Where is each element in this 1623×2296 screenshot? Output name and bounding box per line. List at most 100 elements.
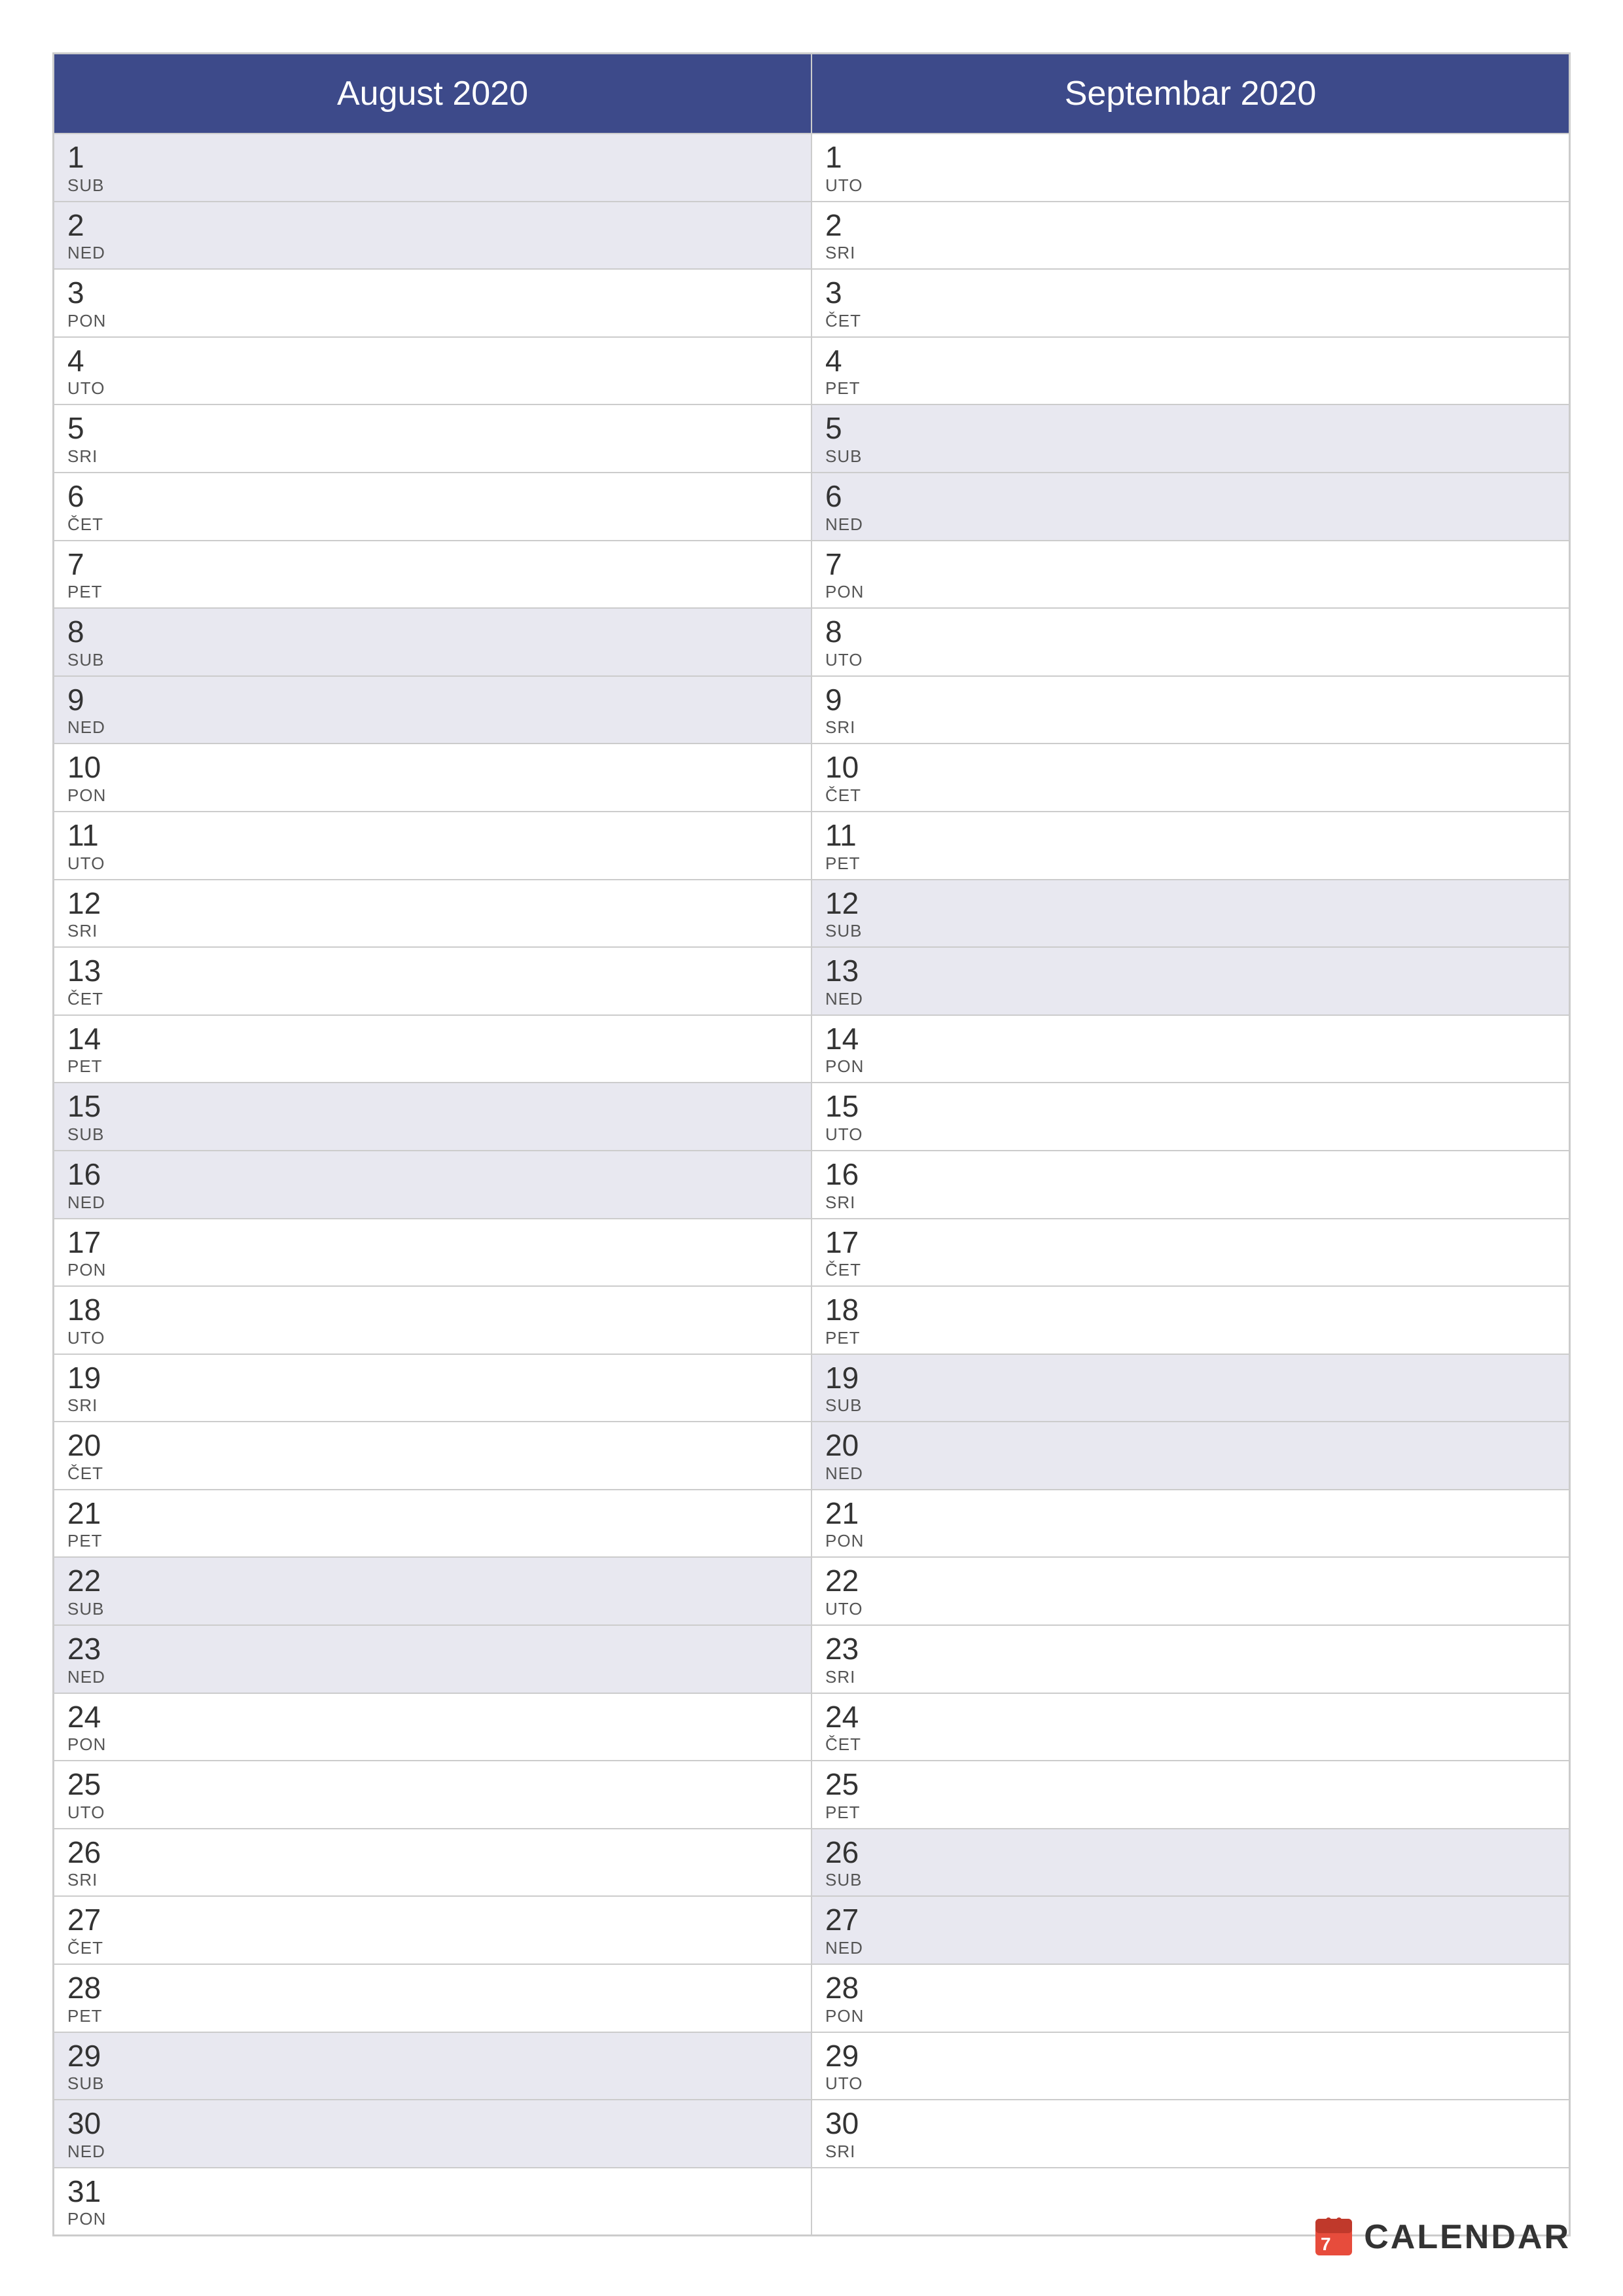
day-name: PET xyxy=(67,1531,798,1551)
day-number: 27 xyxy=(825,1903,1556,1937)
day-name: PON xyxy=(67,1260,798,1280)
september-title: Septembar 2020 xyxy=(1065,75,1317,113)
august-day-25: 25UTO xyxy=(54,1761,812,1829)
day-number: 1 xyxy=(67,141,798,174)
september-day-13: 13NED xyxy=(812,947,1569,1015)
september-day-17: 17ČET xyxy=(812,1219,1569,1287)
september-day-10: 10ČET xyxy=(812,744,1569,812)
day-name: SUB xyxy=(67,1124,798,1145)
august-day-13: 13ČET xyxy=(54,947,812,1015)
day-name: NED xyxy=(825,989,1556,1009)
day-number: 28 xyxy=(825,1971,1556,2005)
day-number: 19 xyxy=(825,1361,1556,1395)
day-number: 31 xyxy=(67,2175,798,2208)
day-number: 8 xyxy=(825,615,1556,649)
day-name: ČET xyxy=(825,311,1556,331)
day-name: ČET xyxy=(67,1938,798,1958)
september-day-4: 4PET xyxy=(812,337,1569,405)
day-name: SRI xyxy=(825,1193,1556,1213)
day-name: PON xyxy=(825,1056,1556,1077)
day-number: 12 xyxy=(825,887,1556,920)
day-number: 11 xyxy=(67,819,798,852)
day-number: 2 xyxy=(67,209,798,242)
day-name: NED xyxy=(825,1463,1556,1484)
day-number: 9 xyxy=(825,683,1556,717)
day-number: 5 xyxy=(67,412,798,445)
day-number: 21 xyxy=(825,1497,1556,1530)
september-day-3: 3ČET xyxy=(812,269,1569,337)
september-day-11: 11PET xyxy=(812,812,1569,880)
august-day-30: 30NED xyxy=(54,2100,812,2168)
day-number: 4 xyxy=(67,344,798,378)
day-number: 29 xyxy=(825,2039,1556,2073)
september-day-15: 15UTO xyxy=(812,1083,1569,1151)
august-day-24: 24PON xyxy=(54,1693,812,1761)
september-day-26: 26SUB xyxy=(812,1829,1569,1897)
day-number: 26 xyxy=(825,1836,1556,1869)
day-name: SRI xyxy=(67,1870,798,1890)
day-name: SRI xyxy=(67,446,798,467)
august-day-4: 4UTO xyxy=(54,337,812,405)
day-number: 8 xyxy=(67,615,798,649)
august-day-12: 12SRI xyxy=(54,880,812,948)
day-number: 27 xyxy=(67,1903,798,1937)
day-number: 24 xyxy=(67,1700,798,1734)
day-name: UTO xyxy=(67,1803,798,1823)
september-day-24: 24ČET xyxy=(812,1693,1569,1761)
day-name: SRI xyxy=(825,2142,1556,2162)
day-name: UTO xyxy=(825,1599,1556,1619)
day-name: PET xyxy=(67,2006,798,2026)
day-name: SUB xyxy=(825,1395,1556,1416)
day-number: 28 xyxy=(67,1971,798,2005)
calendar-grid: August 2020 Septembar 2020 1SUB1UTO2NED2… xyxy=(52,52,1571,2236)
august-day-23: 23NED xyxy=(54,1625,812,1693)
day-number: 29 xyxy=(67,2039,798,2073)
august-title: August 2020 xyxy=(337,75,528,113)
day-name: SRI xyxy=(825,243,1556,263)
day-name: SRI xyxy=(67,921,798,941)
day-name: PET xyxy=(67,582,798,602)
day-name: UTO xyxy=(67,853,798,874)
august-day-2: 2NED xyxy=(54,202,812,270)
september-day-28: 28PON xyxy=(812,1964,1569,2032)
day-number: 14 xyxy=(67,1022,798,1056)
day-name: ČET xyxy=(825,1734,1556,1755)
day-number: 15 xyxy=(825,1090,1556,1123)
day-name: NED xyxy=(67,1667,798,1687)
august-day-5: 5SRI xyxy=(54,404,812,473)
august-day-15: 15SUB xyxy=(54,1083,812,1151)
day-number: 20 xyxy=(67,1429,798,1462)
september-day-16: 16SRI xyxy=(812,1151,1569,1219)
day-name: SUB xyxy=(67,175,798,196)
september-day-27: 27NED xyxy=(812,1896,1569,1964)
day-number: 7 xyxy=(67,548,798,581)
day-number: 10 xyxy=(67,751,798,784)
august-day-21: 21PET xyxy=(54,1490,812,1558)
day-name: PON xyxy=(825,1531,1556,1551)
day-number: 14 xyxy=(825,1022,1556,1056)
september-day-18: 18PET xyxy=(812,1286,1569,1354)
day-name: PON xyxy=(825,2006,1556,2026)
day-name: SRI xyxy=(67,1395,798,1416)
august-day-28: 28PET xyxy=(54,1964,812,2032)
header-row: August 2020 Septembar 2020 xyxy=(54,54,1569,134)
day-number: 7 xyxy=(825,548,1556,581)
day-name: ČET xyxy=(67,1463,798,1484)
day-number: 23 xyxy=(825,1632,1556,1666)
day-number: 26 xyxy=(67,1836,798,1869)
day-name: PET xyxy=(825,378,1556,399)
day-number: 21 xyxy=(67,1497,798,1530)
september-day-23: 23SRI xyxy=(812,1625,1569,1693)
august-day-9: 9NED xyxy=(54,676,812,744)
day-number: 25 xyxy=(825,1768,1556,1801)
calendar-logo-icon: 7 xyxy=(1314,2217,1353,2257)
august-day-3: 3PON xyxy=(54,269,812,337)
september-day-12: 12SUB xyxy=(812,880,1569,948)
september-day-22: 22UTO xyxy=(812,1557,1569,1625)
day-name: PET xyxy=(825,853,1556,874)
day-number: 17 xyxy=(825,1226,1556,1259)
svg-text:7: 7 xyxy=(1321,2234,1331,2254)
september-day-6: 6NED xyxy=(812,473,1569,541)
day-name: PON xyxy=(67,785,798,806)
day-number: 4 xyxy=(825,344,1556,378)
